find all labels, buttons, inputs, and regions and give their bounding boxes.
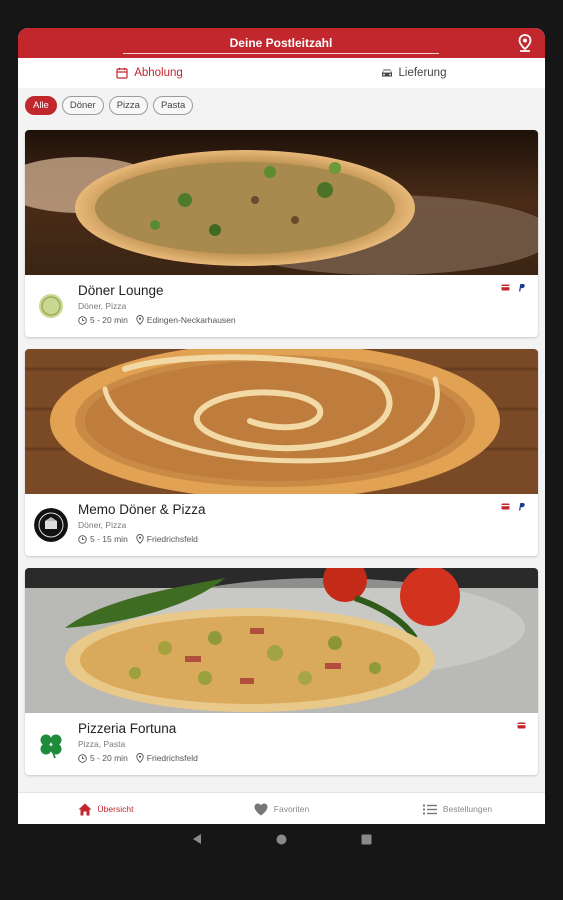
filter-chip-all[interactable]: Alle <box>25 96 57 115</box>
recent-apps-icon[interactable] <box>361 834 372 845</box>
restaurant-categories: Döner, Pizza <box>78 520 127 530</box>
nav-favorites[interactable]: Favoriten <box>194 793 369 824</box>
nav-orders[interactable]: Bestellungen <box>370 793 545 824</box>
tab-pickup[interactable]: Abholung <box>18 58 281 88</box>
nav-overview[interactable]: Übersicht <box>18 793 193 824</box>
card-icon <box>501 284 510 291</box>
location-pin-icon <box>136 534 144 544</box>
memo-doner-logo <box>34 508 68 542</box>
card-icon <box>517 722 526 729</box>
filter-chip-pasta[interactable]: Pasta <box>152 96 194 115</box>
delivery-time: 5 - 20 min <box>90 315 128 325</box>
payment-methods <box>517 721 526 730</box>
restaurant-info: Döner Lounge Döner, Pizza 5 - 20 min Edi… <box>25 275 538 337</box>
location-pin-icon <box>136 315 144 325</box>
tab-delivery-label: Lieferung <box>398 67 447 79</box>
restaurant-meta: 5 - 15 min Friedrichsfeld <box>78 534 198 544</box>
pizza-photo <box>25 349 538 494</box>
clock-icon <box>78 753 87 763</box>
app-screen: Deine Postleitzahl Abholung Lieferung Al… <box>18 28 545 824</box>
restaurant-meta: 5 - 20 min Edingen-Neckarhausen <box>78 315 236 325</box>
tab-delivery[interactable]: Lieferung <box>282 58 545 88</box>
delivery-mode-bar: Abholung Lieferung <box>18 58 545 88</box>
car-icon <box>381 69 392 77</box>
restaurant-categories: Pizza, Pasta <box>78 739 126 749</box>
filter-chip-pizza[interactable]: Pizza <box>108 96 148 115</box>
payment-methods <box>501 502 526 511</box>
pizza-photo <box>25 130 538 275</box>
restaurant-info: Memo Döner & Pizza Döner, Pizza 5 - 15 m… <box>25 494 538 556</box>
restaurant-location: Friedrichsfeld <box>146 534 198 544</box>
tab-pickup-label: Abholung <box>134 67 183 79</box>
nav-favorites-label: Favoriten <box>273 804 310 814</box>
list-icon <box>422 804 437 814</box>
restaurant-meta: 5 - 20 min Friedrichsfeld <box>78 753 198 763</box>
location-pin-icon <box>136 753 144 763</box>
paypal-icon <box>519 503 525 511</box>
tablet-frame: Deine Postleitzahl Abholung Lieferung Al… <box>0 0 563 900</box>
back-icon[interactable] <box>191 833 203 845</box>
restaurant-name: Memo Döner & Pizza <box>78 502 206 517</box>
restaurant-name: Döner Lounge <box>78 283 164 298</box>
top-bar: Deine Postleitzahl <box>18 28 545 58</box>
calendar-icon <box>116 67 128 79</box>
restaurant-card-pizzeria-fortuna[interactable]: Pizzeria Fortuna Pizza, Pasta 5 - 20 min… <box>25 568 538 775</box>
home-circle-icon[interactable] <box>276 834 287 845</box>
pizzeria-fortuna-logo <box>34 727 68 761</box>
restaurant-categories: Döner, Pizza <box>78 301 127 311</box>
payment-methods <box>501 283 526 292</box>
postcode-input[interactable]: Deine Postleitzahl <box>123 32 439 54</box>
doner-lounge-logo <box>34 289 68 323</box>
restaurant-card-doner-lounge[interactable]: Döner Lounge Döner, Pizza 5 - 20 min Edi… <box>25 130 538 337</box>
heart-icon <box>254 803 268 815</box>
filter-chip-doner[interactable]: Döner <box>61 96 104 115</box>
home-icon <box>78 803 92 815</box>
clock-icon <box>78 534 87 544</box>
pizza-photo <box>25 568 538 713</box>
location-pin-icon[interactable] <box>515 33 535 53</box>
delivery-time: 5 - 15 min <box>90 534 128 544</box>
bottom-navigation: Übersicht Favoriten Bestellungen <box>18 792 545 824</box>
delivery-time: 5 - 20 min <box>90 753 128 763</box>
paypal-icon <box>519 284 525 292</box>
restaurant-location: Friedrichsfeld <box>146 753 198 763</box>
restaurant-card-memo-doner[interactable]: Memo Döner & Pizza Döner, Pizza 5 - 15 m… <box>25 349 538 556</box>
nav-overview-label: Übersicht <box>97 804 134 814</box>
nav-orders-label: Bestellungen <box>442 804 493 814</box>
system-navigation-bar <box>0 824 563 864</box>
restaurant-name: Pizzeria Fortuna <box>78 721 177 736</box>
restaurant-info: Pizzeria Fortuna Pizza, Pasta 5 - 20 min… <box>25 713 538 775</box>
clock-icon <box>78 315 87 325</box>
card-icon <box>501 503 510 510</box>
restaurant-location: Edingen-Neckarhausen <box>146 315 236 325</box>
filter-chips: Alle Döner Pizza Pasta <box>25 96 194 118</box>
